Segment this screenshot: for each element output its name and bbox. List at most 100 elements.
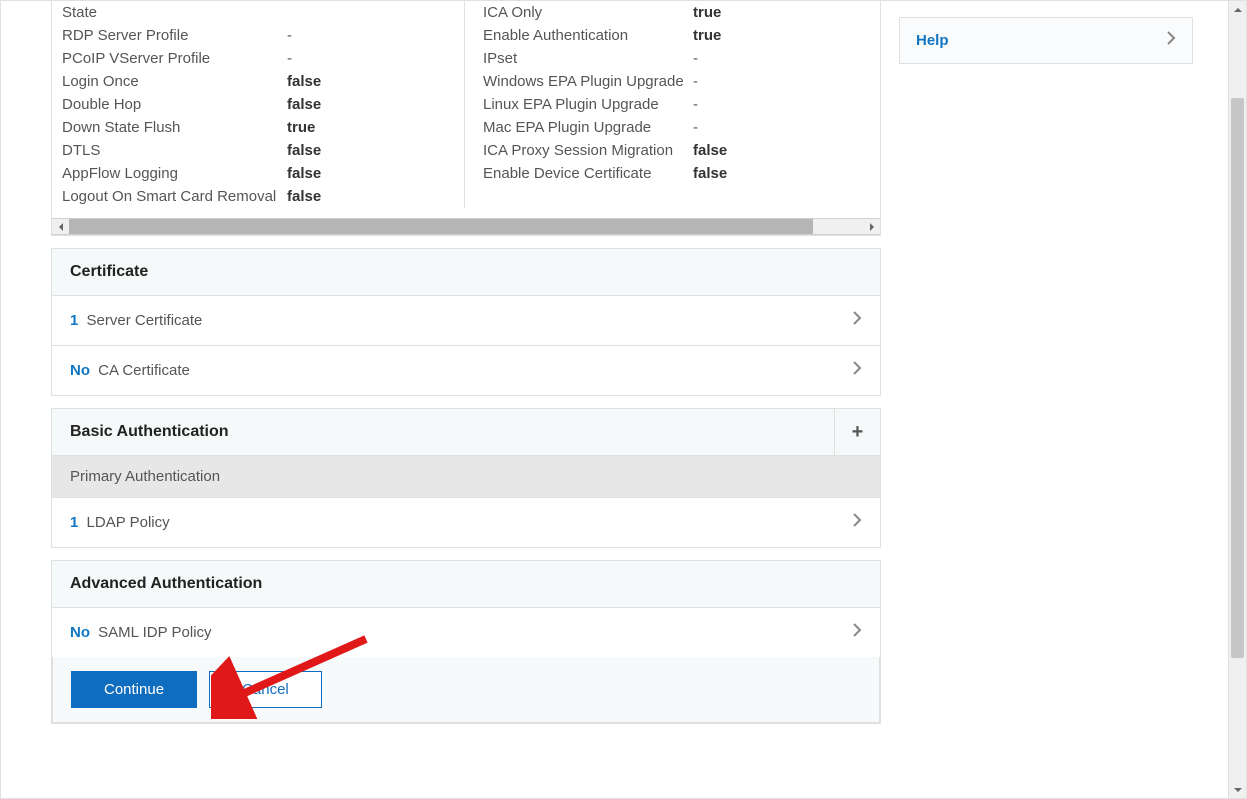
kv-value: false	[693, 165, 869, 182]
kv-value: -	[693, 96, 869, 113]
kv-down-state-flush: Down State Flush true	[52, 116, 464, 139]
kv-value: -	[693, 50, 869, 67]
scrollbar-track[interactable]	[1229, 18, 1246, 781]
primary-authentication-subheader: Primary Authentication	[52, 455, 880, 497]
kv-value: false	[287, 188, 454, 205]
kv-state: State	[52, 1, 464, 24]
saml-idp-policy-row[interactable]: No SAML IDP Policy	[52, 607, 880, 657]
row-text: Server Certificate	[87, 312, 203, 329]
kv-label: Enable Device Certificate	[475, 165, 693, 182]
basic-auth-panel-header: Basic Authentication +	[52, 409, 880, 455]
advanced-auth-panel-header: Advanced Authentication	[52, 561, 880, 607]
kv-value: false	[287, 142, 454, 159]
chevron-right-icon	[852, 512, 862, 533]
row-label: 1 LDAP Policy	[70, 514, 852, 531]
chevron-right-icon	[852, 622, 862, 643]
help-label: Help	[916, 32, 1166, 49]
panel-title: Certificate	[70, 263, 862, 281]
chevron-right-icon	[852, 310, 862, 331]
row-text: LDAP Policy	[87, 514, 170, 531]
row-count: 1	[70, 312, 78, 329]
kv-label: IPset	[475, 50, 693, 67]
main-pane: State RDP Server Profile - PCoIP VServer…	[51, 1, 881, 724]
kv-logout-on-smartcard: Logout On Smart Card Removal false	[52, 185, 464, 208]
kv-label: RDP Server Profile	[62, 27, 287, 44]
kv-value: false	[287, 96, 454, 113]
row-count: No	[70, 362, 90, 379]
kv-label: Mac EPA Plugin Upgrade	[475, 119, 693, 136]
continue-button[interactable]: Continue	[71, 671, 197, 708]
chevron-right-icon	[1166, 30, 1176, 51]
kv-enable-device-cert: Enable Device Certificate false	[465, 162, 879, 185]
certificate-panel: Certificate 1 Server Certificate No CA C…	[51, 248, 881, 396]
kv-label: ICA Only	[475, 4, 693, 21]
row-text: SAML IDP Policy	[98, 624, 211, 641]
scrollbar-thumb[interactable]	[69, 219, 813, 234]
kv-windows-epa: Windows EPA Plugin Upgrade -	[465, 70, 879, 93]
kv-double-hop: Double Hop false	[52, 93, 464, 116]
row-label: No CA Certificate	[70, 362, 852, 379]
kv-enable-auth: Enable Authentication true	[465, 24, 879, 47]
kv-ica-only: ICA Only true	[465, 1, 879, 24]
window-vertical-scrollbar[interactable]	[1228, 1, 1246, 798]
row-text: CA Certificate	[98, 362, 190, 379]
kv-pcoip-vserver-profile: PCoIP VServer Profile -	[52, 47, 464, 70]
add-basic-auth-button[interactable]: +	[834, 409, 880, 455]
kv-label: Down State Flush	[62, 119, 287, 136]
kv-value: false	[287, 165, 454, 182]
kv-login-once: Login Once false	[52, 70, 464, 93]
kv-label: ICA Proxy Session Migration	[475, 142, 693, 159]
kv-label: Windows EPA Plugin Upgrade	[475, 73, 693, 90]
scrollbar-thumb[interactable]	[1231, 98, 1244, 658]
kv-label: Enable Authentication	[475, 27, 693, 44]
server-certificate-row[interactable]: 1 Server Certificate	[52, 295, 880, 345]
app-viewport: State RDP Server Profile - PCoIP VServer…	[0, 0, 1247, 799]
scroll-left-icon[interactable]	[52, 219, 69, 234]
advanced-authentication-panel: Advanced Authentication No SAML IDP Poli…	[51, 560, 881, 724]
ldap-policy-row[interactable]: 1 LDAP Policy	[52, 497, 880, 547]
kv-appflow-logging: AppFlow Logging false	[52, 162, 464, 185]
kv-ipset: IPset -	[465, 47, 879, 70]
certificate-panel-header: Certificate	[52, 249, 880, 295]
kv-value: true	[287, 119, 454, 136]
kv-value: -	[693, 119, 869, 136]
row-count: 1	[70, 514, 78, 531]
scroll-right-icon[interactable]	[863, 219, 880, 234]
scroll-up-icon[interactable]	[1229, 1, 1246, 18]
kv-value: true	[693, 27, 869, 44]
plus-icon: +	[852, 421, 864, 444]
kv-value: false	[287, 73, 454, 90]
ca-certificate-row[interactable]: No CA Certificate	[52, 345, 880, 395]
vserver-details: State RDP Server Profile - PCoIP VServer…	[51, 1, 881, 236]
scrollbar-track[interactable]	[813, 219, 863, 234]
subheader-text: Primary Authentication	[70, 468, 220, 485]
kv-mac-epa: Mac EPA Plugin Upgrade -	[465, 116, 879, 139]
row-count: No	[70, 624, 90, 641]
kv-value: true	[693, 4, 869, 21]
kv-value: -	[693, 73, 869, 90]
kv-label: AppFlow Logging	[62, 165, 287, 182]
kv-value: -	[287, 50, 454, 67]
kv-value: -	[287, 27, 454, 44]
kv-label: Login Once	[62, 73, 287, 90]
row-label: 1 Server Certificate	[70, 312, 852, 329]
kv-label: State	[62, 4, 287, 21]
kv-label: DTLS	[62, 142, 287, 159]
kv-value: false	[693, 142, 869, 159]
action-bar: Continue Cancel	[52, 657, 880, 723]
details-left-column: State RDP Server Profile - PCoIP VServer…	[52, 1, 464, 208]
scroll-down-icon[interactable]	[1229, 781, 1246, 798]
row-label: No SAML IDP Policy	[70, 624, 852, 641]
kv-label: Double Hop	[62, 96, 287, 113]
kv-label: Linux EPA Plugin Upgrade	[475, 96, 693, 113]
panel-title: Advanced Authentication	[70, 575, 862, 593]
kv-ica-proxy-session-migration: ICA Proxy Session Migration false	[465, 139, 879, 162]
chevron-right-icon	[852, 360, 862, 381]
details-horizontal-scrollbar[interactable]	[52, 218, 880, 235]
kv-rdp-server-profile: RDP Server Profile -	[52, 24, 464, 47]
kv-label: Logout On Smart Card Removal	[62, 188, 287, 205]
kv-linux-epa: Linux EPA Plugin Upgrade -	[465, 93, 879, 116]
panel-title: Basic Authentication	[70, 423, 834, 441]
help-panel[interactable]: Help	[899, 17, 1193, 64]
cancel-button[interactable]: Cancel	[209, 671, 322, 708]
